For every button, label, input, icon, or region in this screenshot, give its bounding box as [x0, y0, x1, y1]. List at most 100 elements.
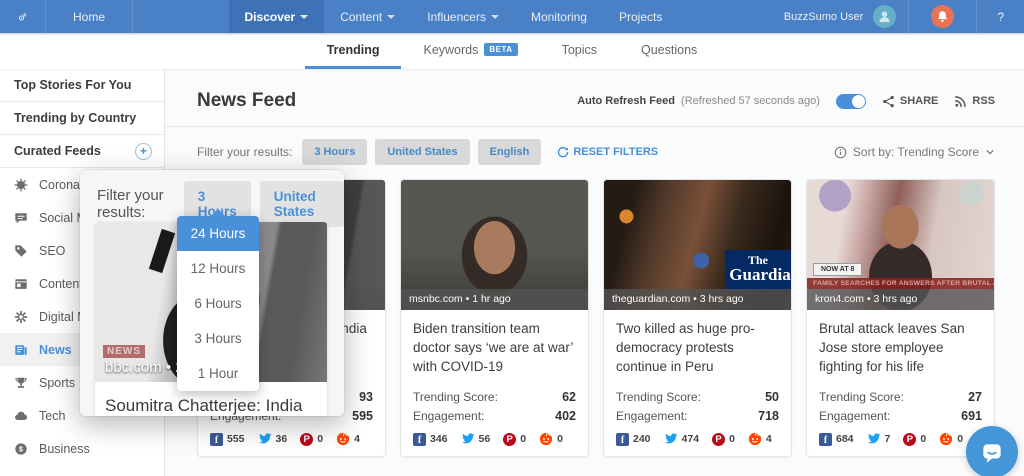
help-button[interactable]: ?: [977, 10, 1024, 24]
nav-item-projects[interactable]: Projects: [603, 0, 678, 33]
feed-label: Sports: [39, 376, 75, 390]
article-image[interactable]: NOW AT 8 FAMILY SEARCHES FOR ANSWERS AFT…: [807, 180, 994, 310]
now-at-8-badge: NOW AT 8: [813, 263, 862, 276]
trending-score-label: Trending Score:: [819, 390, 904, 404]
facebook-icon: f: [413, 433, 426, 446]
facebook-icon: f: [210, 433, 223, 446]
reset-filters-button[interactable]: RESET FILTERS: [557, 146, 658, 158]
dropdown-option-6-hours[interactable]: 6 Hours: [177, 286, 259, 321]
engagement-value: 595: [352, 409, 373, 423]
trending-score-value: 50: [765, 390, 779, 404]
twitter-icon: [664, 433, 678, 445]
chevron-down-icon: [491, 15, 499, 19]
person-icon: [877, 9, 892, 24]
reddit-icon: [748, 432, 762, 446]
notifications-button[interactable]: [909, 0, 976, 33]
time-filter-dropdown: 24 Hours 12 Hours 6 Hours 3 Hours 1 Hour: [177, 216, 259, 391]
tab-questions-label: Questions: [641, 43, 697, 57]
reset-filters-label: RESET FILTERS: [573, 146, 658, 158]
filter-chip-language[interactable]: English: [478, 139, 542, 165]
rss-label: RSS: [972, 95, 995, 107]
nav-right-group: BuzzSumo User ?: [774, 0, 1024, 33]
reddit-count: 4: [766, 433, 772, 445]
feed-label: Business: [39, 442, 90, 456]
sidebar-item-trending-by-country[interactable]: Trending by Country: [0, 102, 164, 135]
tab-topics[interactable]: Topics: [540, 33, 619, 69]
nav-item-discover[interactable]: Discover: [229, 0, 325, 33]
nav-projects-label: Projects: [619, 10, 662, 24]
pinterest-icon: P: [903, 433, 916, 446]
engagement-label: Engagement:: [413, 409, 484, 423]
sidebar-item-curated-feeds[interactable]: Curated Feeds +: [0, 135, 164, 168]
trending-by-country-label: Trending by Country: [14, 111, 136, 125]
article-title[interactable]: Biden transition team doctor says ‘we ar…: [413, 320, 576, 377]
pinterest-icon: P: [503, 433, 516, 446]
news-card: msnbc.com • 1 hr ago Biden transition te…: [400, 179, 589, 457]
article-title[interactable]: Two killed as huge pro-democracy protest…: [616, 320, 779, 377]
article-image[interactable]: msnbc.com • 1 hr ago: [401, 180, 588, 310]
trending-score-label: Trending Score:: [413, 390, 498, 404]
tab-keywords-label: Keywords: [423, 43, 478, 57]
nav-monitoring-label: Monitoring: [531, 10, 587, 24]
reddit-count: 0: [557, 433, 563, 445]
bbc-news-watermark: NEWS: [103, 345, 145, 358]
engagement-value: 691: [961, 409, 982, 423]
feed-label: SEO: [39, 244, 65, 258]
facebook-count: 555: [227, 433, 245, 445]
filter-chip-time[interactable]: 3 Hours: [302, 139, 367, 165]
engagement-value: 718: [758, 409, 779, 423]
nav-item-home[interactable]: Home: [46, 0, 133, 33]
news-icon: [14, 343, 28, 357]
tab-keywords[interactable]: Keywords BETA: [401, 33, 539, 69]
facebook-icon: f: [616, 433, 629, 446]
overlay-chip-country[interactable]: United States: [260, 181, 344, 227]
chat-icon: [14, 211, 28, 225]
tag-icon: [14, 244, 28, 258]
pinterest-icon: P: [712, 433, 725, 446]
share-icon: [882, 95, 895, 108]
add-feed-button[interactable]: +: [135, 143, 152, 160]
sidebar-item-business[interactable]: $ Business: [0, 432, 164, 465]
nav-item-monitoring[interactable]: Monitoring: [515, 0, 603, 33]
reddit-icon: [539, 432, 553, 446]
article-image[interactable]: The Guardia theguardian.com • 3 hrs ago: [604, 180, 791, 310]
facebook-icon: f: [819, 433, 832, 446]
rss-button[interactable]: RSS: [954, 95, 995, 108]
buzzsumo-logo-icon: [18, 5, 27, 29]
tab-bar: Trending Keywords BETA Topics Questions: [0, 33, 1024, 69]
auto-refresh-text: Auto Refresh Feed (Refreshed 57 seconds …: [577, 95, 820, 107]
news-card: NOW AT 8 FAMILY SEARCHES FOR ANSWERS AFT…: [806, 179, 995, 457]
sort-by-dropdown[interactable]: Sort by: Trending Score: [834, 145, 995, 159]
user-name: BuzzSumo User: [774, 11, 873, 23]
trending-score-value: 62: [562, 390, 576, 404]
reddit-icon: [939, 432, 953, 446]
sidebar-item-top-stories[interactable]: Top Stories For You: [0, 69, 164, 102]
chevron-down-icon: [387, 15, 395, 19]
pinterest-count: 0: [520, 433, 526, 445]
tab-trending[interactable]: Trending: [305, 33, 402, 69]
filter-chip-country[interactable]: United States: [375, 139, 469, 165]
avatar[interactable]: [873, 5, 896, 28]
dropdown-option-3-hours[interactable]: 3 Hours: [177, 321, 259, 356]
guardian-logo-line2: Guardia: [729, 266, 791, 285]
buzzsumo-logo[interactable]: [0, 0, 46, 33]
chat-widget-button[interactable]: [966, 426, 1018, 476]
article-title[interactable]: Brutal attack leaves San Jose store empl…: [819, 320, 982, 377]
dropdown-option-12-hours[interactable]: 12 Hours: [177, 251, 259, 286]
auto-refresh-toggle[interactable]: [836, 94, 866, 109]
tab-questions[interactable]: Questions: [619, 33, 719, 69]
info-icon: [834, 146, 847, 159]
nav-item-influencers[interactable]: Influencers: [411, 0, 515, 33]
chevron-down-icon: [985, 147, 995, 157]
sort-by-label: Sort by: Trending Score: [853, 145, 979, 159]
share-button[interactable]: SHARE: [882, 95, 939, 108]
help-label: ?: [997, 10, 1004, 24]
twitter-count: 474: [682, 433, 700, 445]
engagement-label: Engagement:: [616, 409, 687, 423]
dropdown-option-24-hours[interactable]: 24 Hours: [177, 216, 259, 251]
reddit-icon: [336, 432, 350, 446]
nav-item-content[interactable]: Content: [324, 0, 411, 33]
facebook-count: 346: [430, 433, 448, 445]
dropdown-option-1-hour[interactable]: 1 Hour: [177, 356, 259, 391]
article-source: kron4.com • 3 hrs ago: [807, 289, 994, 310]
